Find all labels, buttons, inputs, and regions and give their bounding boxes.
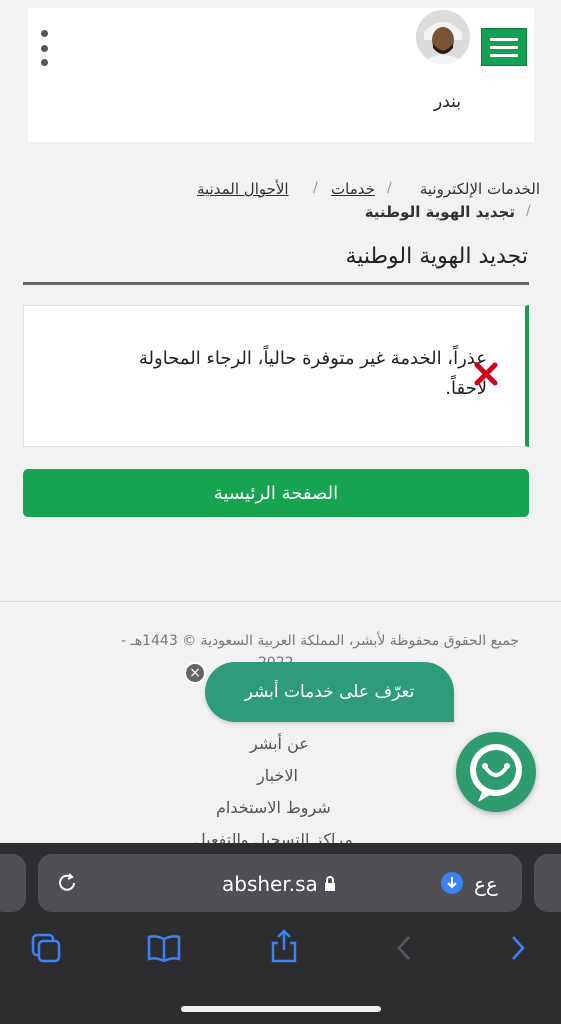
page-title: تجديد الهوية الوطنية bbox=[345, 244, 528, 269]
close-icon[interactable]: × bbox=[184, 662, 206, 684]
breadcrumb-civil-affairs[interactable]: الأحوال المدنية bbox=[197, 180, 289, 198]
more-options-icon[interactable] bbox=[38, 30, 50, 66]
back-icon[interactable] bbox=[394, 934, 414, 962]
chat-intro-bubble[interactable]: تعرّف على خدمات أبشر bbox=[205, 662, 454, 722]
footer-link-about[interactable]: عن أبشر bbox=[250, 734, 309, 753]
previous-tab[interactable] bbox=[0, 854, 26, 912]
error-message: عذراً، الخدمة غير متوفرة حالياً، الرجاء … bbox=[138, 348, 487, 399]
text-size-button[interactable]: ﻉﻉ bbox=[474, 872, 498, 896]
lock-icon bbox=[325, 876, 335, 891]
chatbot-icon bbox=[470, 744, 522, 802]
home-page-button[interactable]: الصفحة الرئيسية bbox=[23, 469, 529, 517]
share-icon[interactable] bbox=[270, 928, 298, 964]
url-text[interactable]: absher.sa bbox=[222, 872, 318, 896]
breadcrumb-separator: / bbox=[313, 180, 318, 196]
copyright-text: جميع الحقوق محفوظة لأبشر، المملكة العربي… bbox=[121, 633, 519, 649]
forward-icon[interactable] bbox=[508, 934, 528, 962]
bookmarks-icon[interactable] bbox=[146, 934, 182, 962]
tabs-icon[interactable] bbox=[30, 932, 62, 964]
footer-link-news[interactable]: الاخبار bbox=[257, 766, 298, 785]
download-icon[interactable] bbox=[441, 872, 463, 894]
breadcrumb-current: تجديد الهوية الوطنية bbox=[364, 203, 515, 221]
reload-icon[interactable] bbox=[56, 872, 78, 894]
next-tab[interactable] bbox=[534, 854, 561, 912]
footer-divider bbox=[0, 601, 561, 602]
breadcrumb-separator: / bbox=[526, 203, 531, 219]
error-x-icon bbox=[474, 362, 498, 386]
avatar[interactable] bbox=[416, 10, 470, 64]
title-divider bbox=[23, 282, 529, 285]
username[interactable]: بندر bbox=[434, 92, 461, 112]
footer-link-terms[interactable]: شروط الاستخدام bbox=[216, 798, 331, 817]
hamburger-menu-button[interactable] bbox=[481, 28, 527, 66]
user-photo-icon bbox=[416, 10, 470, 64]
home-indicator bbox=[181, 1006, 381, 1012]
breadcrumb-separator: / bbox=[387, 180, 392, 196]
breadcrumb-eservices[interactable]: الخدمات الإلكترونية bbox=[420, 180, 540, 198]
breadcrumb-services[interactable]: خدمات bbox=[331, 180, 375, 198]
chatbot-button[interactable] bbox=[456, 732, 536, 812]
